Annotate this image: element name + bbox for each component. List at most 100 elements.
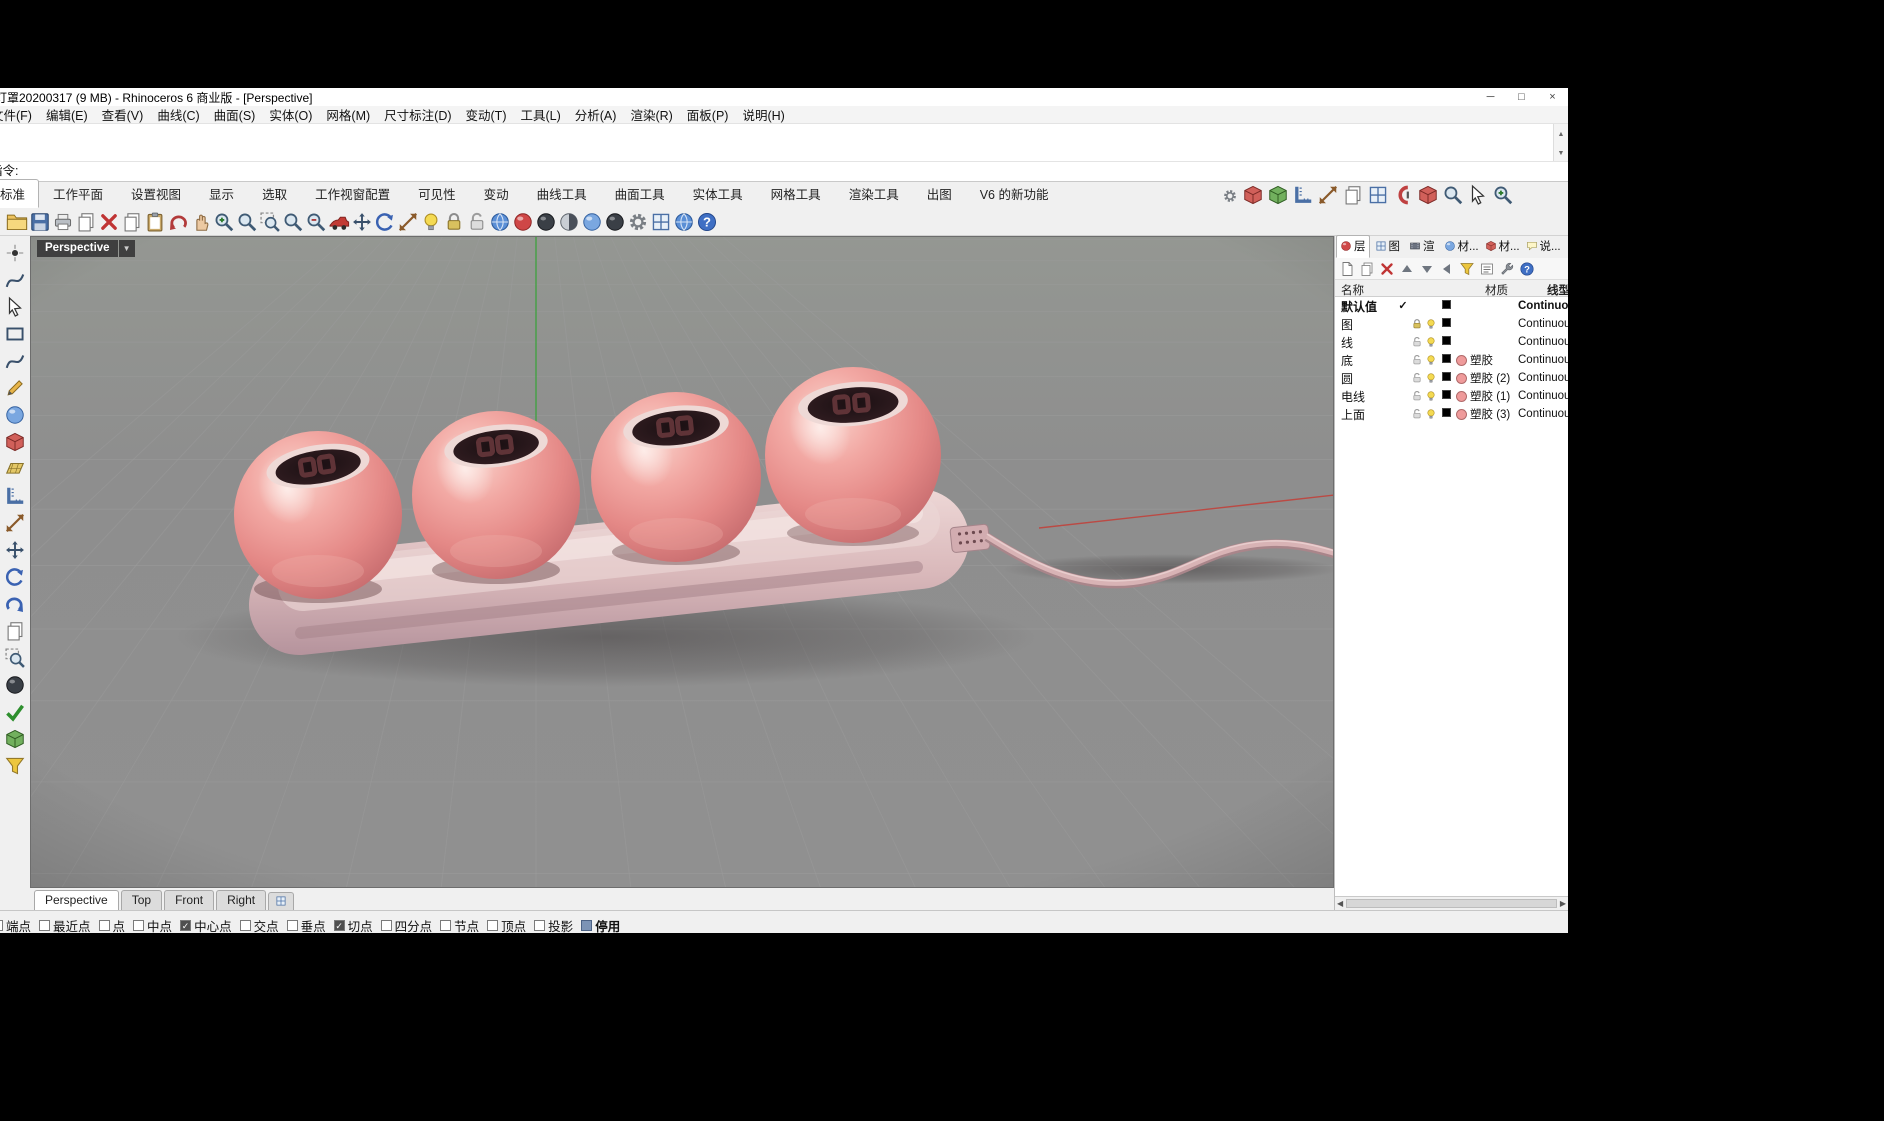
layer-visibility-bulb-icon[interactable] [1424,354,1438,366]
sphere-tool-icon[interactable] [4,404,26,426]
menu-item[interactable]: 尺寸标注(D) [377,105,458,124]
material-swatch[interactable] [1456,373,1467,384]
layer-linetype[interactable]: Continuous [1518,390,1568,402]
osnap-checkbox[interactable] [334,920,345,931]
layer-row[interactable]: 电线 塑胶 (1) [1335,387,1568,405]
layer-list-icon[interactable] [1479,261,1495,277]
polyline-tool-icon[interactable] [4,269,26,291]
layer-lock-icon[interactable] [1410,372,1424,384]
layer-tools-icon[interactable] [1499,261,1515,277]
boolean-tool-icon[interactable] [4,728,26,750]
layer-linetype[interactable]: Continuous [1518,318,1568,330]
layer-linetype[interactable]: Continuous [1518,372,1568,384]
osnap-toggle[interactable]: 点 [99,915,126,933]
lamp-icon[interactable] [419,210,442,234]
viewport-menu-chevron-icon[interactable]: ▼ [119,240,135,257]
menu-item[interactable]: 文件(F) [0,105,39,124]
layer-color-swatch[interactable] [1442,390,1451,399]
layer-lock-icon[interactable] [1410,336,1424,348]
ribbon-tab[interactable]: 出图 [913,179,966,208]
point-tool-icon[interactable] [4,242,26,264]
osnap-checkbox[interactable] [440,920,451,931]
copy-icon[interactable] [74,210,97,234]
scale-tool-icon[interactable] [4,512,26,534]
trim-tool-icon[interactable] [4,647,26,669]
ribbon-tab[interactable]: 变动 [470,179,523,208]
pan-icon[interactable] [189,210,212,234]
panel-help-icon[interactable] [1519,261,1535,277]
rectangle-tool-icon[interactable] [4,323,26,345]
open-file-icon[interactable] [5,210,28,234]
move-icon[interactable] [350,210,373,234]
menu-item[interactable]: 曲线(C) [150,105,206,124]
viewport-tab[interactable]: Front [164,890,214,910]
panel-tab-render[interactable]: 渲 [1405,235,1439,258]
viewport-layout-icon[interactable] [1366,183,1389,207]
delete-layer-icon[interactable] [1379,261,1395,277]
layer-row[interactable]: 上面 塑胶 (3) [1335,405,1568,423]
menu-item[interactable]: 说明(H) [735,105,791,124]
menu-item[interactable]: 查看(V) [95,105,151,124]
layer-color-swatch[interactable] [1442,300,1451,309]
menu-item[interactable]: 面板(P) [680,105,736,124]
check-tool-icon[interactable] [4,701,26,723]
zoom-lens-icon[interactable] [1441,183,1464,207]
rotate-tool-icon[interactable] [4,566,26,588]
unlock-icon[interactable] [465,210,488,234]
scroll-up-icon[interactable]: ▲ [1558,125,1565,144]
duplicate-icon[interactable] [120,210,143,234]
osnap-toggle[interactable]: 节点 [440,915,479,933]
save-icon[interactable] [28,210,51,234]
menu-item[interactable]: 网格(M) [319,105,377,124]
scroll-down-icon[interactable]: ▼ [1558,144,1565,162]
align-dimension-icon[interactable] [1291,183,1314,207]
ribbon-tab[interactable]: 网格工具 [757,179,835,208]
layer-visibility-bulb-icon[interactable] [1424,336,1438,348]
move-down-icon[interactable] [1419,261,1435,277]
ribbon-tab[interactable]: 标准 [0,179,39,208]
osnap-checkbox[interactable] [0,920,3,931]
osnap-checkbox[interactable] [487,920,498,931]
ribbon-tab[interactable]: 显示 [195,179,248,208]
dimension-tool-icon[interactable] [4,485,26,507]
layer-row[interactable]: 线 [1335,333,1568,351]
minimize-button[interactable]: ─ [1475,88,1506,106]
layer-color-swatch[interactable] [1442,318,1451,327]
layer-lock-icon[interactable] [1410,408,1424,420]
menu-item[interactable]: 曲面(S) [207,105,263,124]
material-swatch[interactable] [1456,409,1467,420]
osnap-toggle[interactable]: 投影 [534,915,573,933]
osnap-toggle[interactable]: 交点 [240,915,279,933]
close-button[interactable]: × [1537,88,1568,106]
menu-item[interactable]: 渲染(R) [623,105,679,124]
layer-color-swatch[interactable] [1442,336,1451,345]
rendered-mode-icon[interactable] [580,210,603,234]
osnap-checkbox[interactable] [39,920,50,931]
undo-icon[interactable] [166,210,189,234]
layer-row[interactable]: 底 塑胶 [1335,351,1568,369]
grid-options-icon[interactable] [649,210,672,234]
zoom-dynamic-icon[interactable] [235,210,258,234]
osnap-toggle[interactable]: 垂点 [287,915,326,933]
viewport-title-label[interactable]: Perspective [37,240,118,257]
render-icon[interactable] [511,210,534,234]
ribbon-tab[interactable]: 可见性 [404,179,470,208]
magnify-icon[interactable] [1491,183,1514,207]
ribbon-tab[interactable]: 工作平面 [39,179,117,208]
ribbon-tab[interactable]: 工作视窗配置 [301,179,404,208]
menu-item[interactable]: 编辑(E) [39,105,95,124]
ribbon-tab[interactable]: 选取 [248,179,301,208]
panel-tab-layers[interactable]: 层 [1336,235,1370,258]
osnap-checkbox[interactable] [534,920,545,931]
lock-icon[interactable] [442,210,465,234]
osnap-checkbox[interactable] [240,920,251,931]
layer-lock-icon[interactable] [1410,318,1424,330]
ribbon-tab[interactable]: V6 的新功能 [966,179,1063,208]
viewport-layout-icon[interactable] [268,892,294,910]
layer-color-swatch[interactable] [1442,408,1451,417]
copy-tool-icon[interactable] [4,620,26,642]
layer-visibility-bulb-icon[interactable] [1424,390,1438,402]
scroll-left-icon[interactable]: ◀ [1337,899,1343,908]
osnap-toggle[interactable]: 中心点 [180,915,232,933]
move-up-icon[interactable] [1399,261,1415,277]
